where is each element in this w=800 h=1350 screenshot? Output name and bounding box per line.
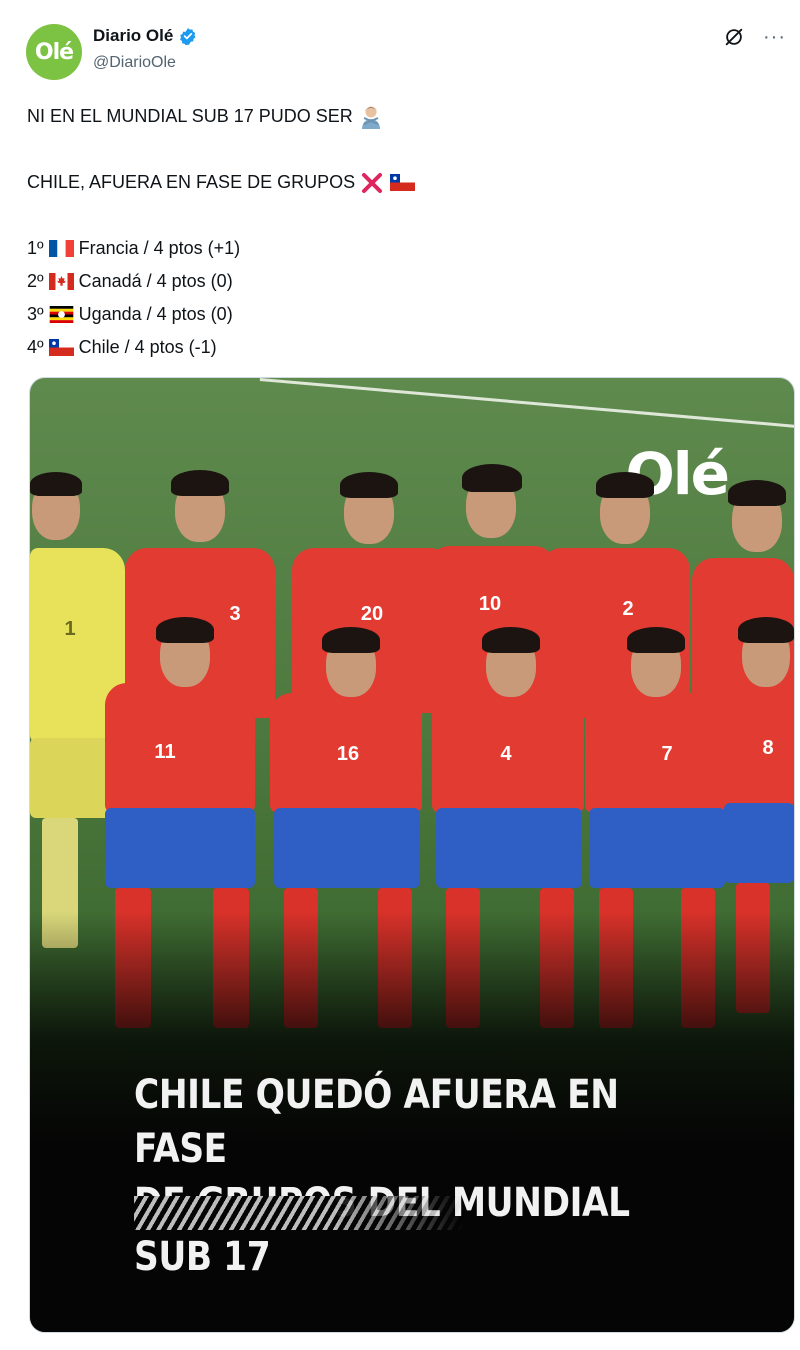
- media-headline-line-2: DE GRUPOS DEL MUNDIAL SUB 17: [134, 1180, 630, 1280]
- standings-position: 1º: [27, 238, 44, 258]
- person-gesturing-no-emoji-icon: [361, 106, 380, 129]
- standings-team: Canadá / 4 ptos (0): [78, 271, 233, 291]
- shirt-number: 2: [622, 598, 634, 620]
- cross-mark-icon: [362, 172, 383, 193]
- standings-team: Chile / 4 ptos (-1): [78, 337, 217, 357]
- standings-position: 3º: [27, 304, 44, 324]
- standings-row: 2º Canadá / 4 ptos (0): [27, 265, 767, 298]
- grok-icon[interactable]: [723, 26, 745, 48]
- chile-flag-icon: [48, 339, 74, 356]
- france-flag-icon: [48, 240, 74, 257]
- author-handle[interactable]: @DiarioOle: [93, 54, 176, 72]
- more-options-icon[interactable]: ···: [763, 26, 786, 48]
- pitch-line: [259, 378, 794, 430]
- uganda-flag-icon: [49, 306, 73, 323]
- shirt-number: 11: [154, 741, 176, 763]
- verified-badge-icon: [180, 28, 196, 45]
- avatar-logo-text: Olé: [34, 39, 74, 65]
- standings-position: 2º: [27, 271, 44, 291]
- canada-flag-icon: [48, 273, 74, 290]
- tweet-text: NI EN EL MUNDIAL SUB 17 PUDO SER CHILE, …: [27, 100, 767, 364]
- tweet-line-1: NI EN EL MUNDIAL SUB 17 PUDO SER: [27, 100, 767, 133]
- media-headline-line-1: CHILE QUEDÓ AFUERA EN FASE: [134, 1072, 619, 1172]
- chile-flag-icon: [390, 174, 416, 191]
- shirt-number: 16: [336, 743, 360, 765]
- avatar[interactable]: Olé: [26, 24, 82, 80]
- media-headline: CHILE QUEDÓ AFUERA EN FASE DE GRUPOS DEL…: [134, 1068, 667, 1284]
- standings-team: Francia / 4 ptos (+1): [78, 238, 241, 258]
- shirt-number: 7: [661, 743, 673, 765]
- standings-row: 4º Chile / 4 ptos (-1): [27, 331, 767, 364]
- tweet-line-2: CHILE, AFUERA EN FASE DE GRUPOS: [27, 166, 767, 199]
- standings-position: 4º: [27, 337, 44, 357]
- standings-row: 3º Uganda / 4 ptos (0): [27, 298, 767, 331]
- shirt-number: 20: [360, 603, 384, 625]
- tweet-card: Olé Diario Olé @DiarioOle ··· NI EN EL M…: [0, 0, 800, 1350]
- author-display-name[interactable]: Diario Olé: [93, 26, 173, 46]
- tweet-line-1-text: NI EN EL MUNDIAL SUB 17 PUDO SER: [27, 106, 353, 126]
- shirt-number: 4: [500, 743, 512, 765]
- tweet-media-image[interactable]: Olé 1 3 20 10 2 11 16 4 7 8 CHILE QUEDÓ …: [29, 377, 795, 1333]
- standings-row: 1º Francia / 4 ptos (+1): [27, 232, 767, 265]
- shirt-number: 1: [64, 618, 76, 640]
- tweet-line-2-text: CHILE, AFUERA EN FASE DE GRUPOS: [27, 172, 356, 192]
- author-name-row[interactable]: Diario Olé: [93, 26, 197, 46]
- shirt-number: 8: [762, 737, 774, 759]
- standings-team: Uganda / 4 ptos (0): [78, 304, 233, 324]
- shirt-number: 10: [478, 593, 502, 615]
- header-actions: ···: [723, 26, 786, 48]
- striped-decoration-bar: [134, 1196, 464, 1230]
